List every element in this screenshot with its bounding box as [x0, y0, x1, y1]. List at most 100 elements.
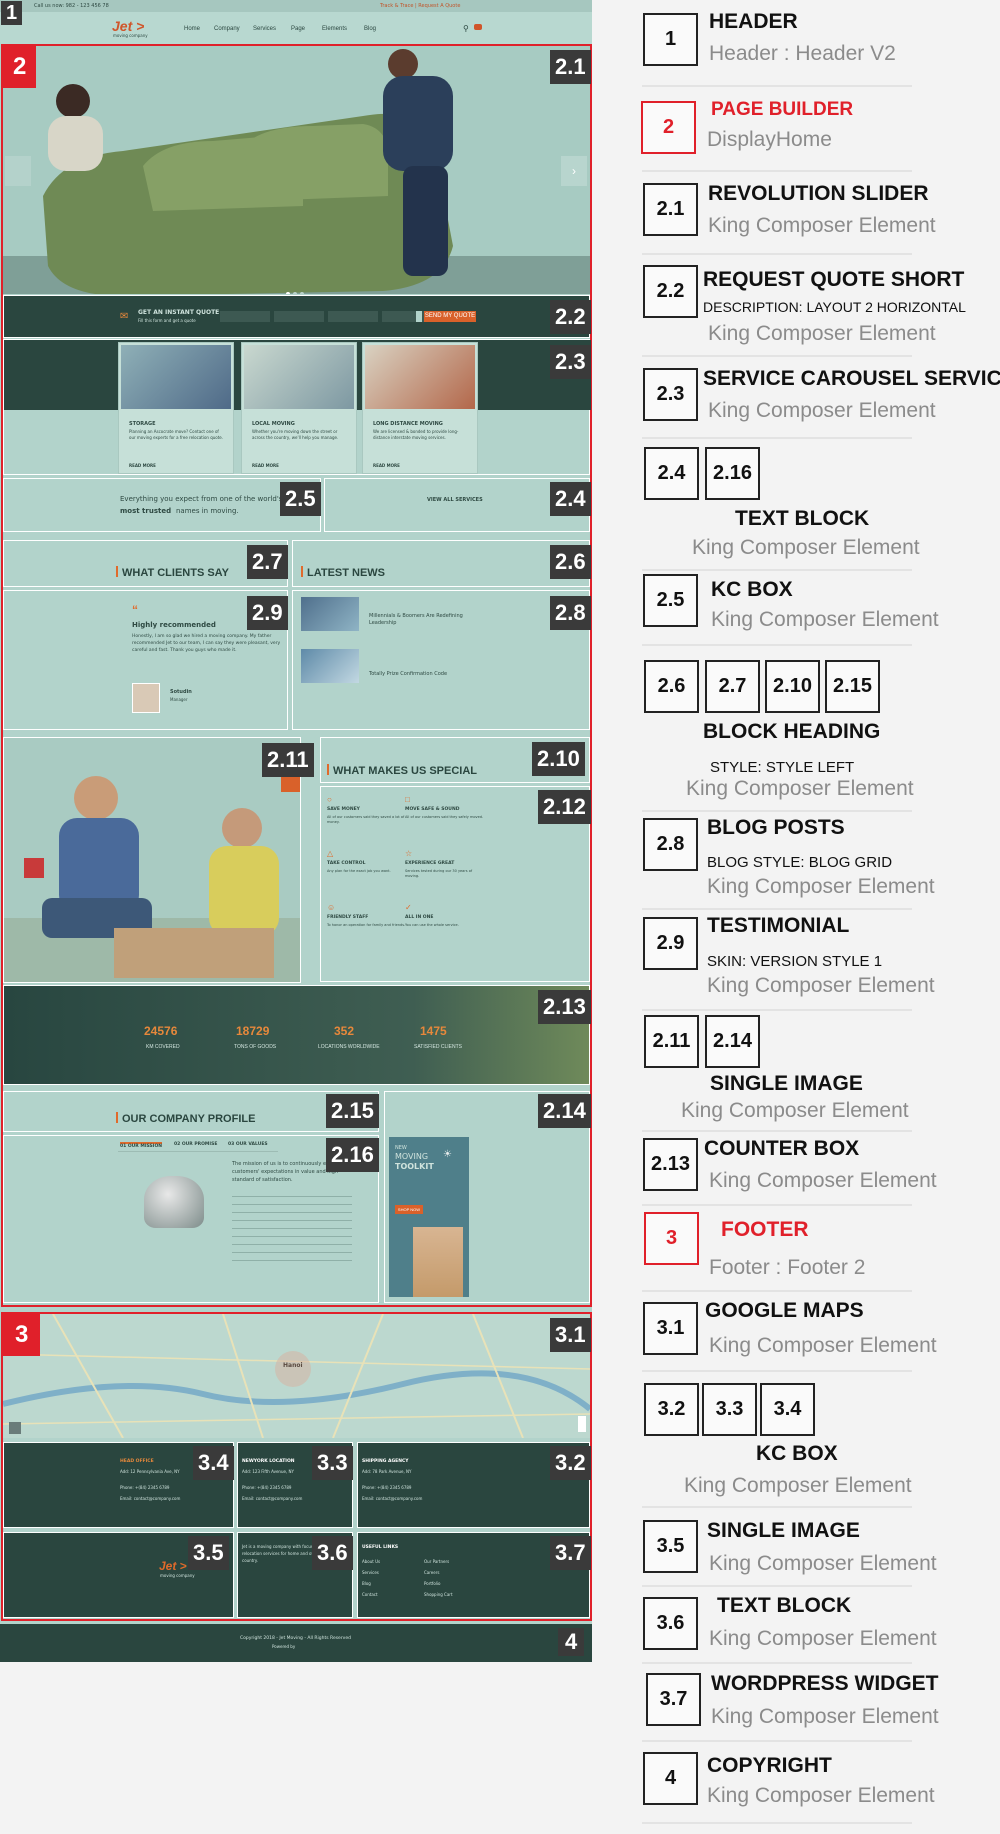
clients-heading: WHAT CLIENTS SAY: [116, 566, 229, 579]
counter-value-4: 1475: [420, 1024, 447, 1038]
footer-logo[interactable]: Jet >: [159, 1559, 187, 1573]
nav-home[interactable]: Home: [184, 26, 200, 32]
footer-col-line-2-2: Phone: +(84) 2345 6789: [242, 1485, 292, 1490]
legend-box-2: 2: [641, 101, 696, 154]
special-title-5: FRIENDLY STAFF: [327, 915, 369, 920]
news-heading-text: LATEST NEWS: [307, 567, 386, 579]
topbar-phone: Call us now: 982 - 123 456 78: [34, 3, 109, 9]
useful-link-1[interactable]: About Us: [362, 1559, 380, 1564]
legend-box-3-5: 3.5: [643, 1520, 698, 1573]
badge-2-10: 2.10: [532, 742, 585, 776]
news-title-2[interactable]: Totally Prize Confirmation Code: [369, 671, 479, 678]
service-more-2[interactable]: READ MORE: [252, 463, 279, 468]
profile-tab-promise[interactable]: 02 OUR PROMISE: [174, 1142, 217, 1147]
legend-separator-13: [642, 1290, 912, 1292]
legend-box-2-16: 2.16: [705, 447, 760, 500]
nav-blog[interactable]: Blog: [364, 26, 376, 32]
nav-page[interactable]: Page: [291, 26, 305, 32]
badge-3-3: 3.3: [312, 1446, 353, 1480]
testimonial-avatar: [132, 683, 160, 713]
useful-link-7[interactable]: Portfolio: [424, 1581, 440, 1586]
map-zoom-controls[interactable]: [578, 1416, 586, 1432]
special-heading: WHAT MAKES US SPECIAL: [327, 764, 477, 777]
cart-icon[interactable]: [474, 24, 482, 30]
slider-dots[interactable]: [286, 283, 314, 294]
map-city-label: Hanoi: [283, 1362, 303, 1369]
service-image-2: [244, 345, 354, 409]
toolkit-banner[interactable]: NEW MOVING TOOLKIT ☀ SHOP NOW: [389, 1137, 469, 1297]
profile-tab-values[interactable]: 03 OUR VALUES: [228, 1142, 268, 1147]
legend-sub-google-maps: King Composer Element: [709, 1334, 937, 1357]
star-icon: ☆: [405, 849, 413, 858]
slider-prev-arrow[interactable]: [5, 156, 31, 186]
profile-tabs: 01 OUR MISSION 02 OUR PROMISE 03 OUR VAL…: [118, 1142, 278, 1152]
quote-checkbox[interactable]: [416, 311, 422, 322]
logo[interactable]: Jet >: [112, 18, 144, 34]
legend-box-2-13: 2.13: [643, 1138, 698, 1191]
service-card-3[interactable]: LONG DISTANCE MOVING We are licensed & b…: [362, 342, 478, 474]
legend-box-4: 4: [643, 1752, 698, 1805]
topbar-links[interactable]: Track & Trace | Request A Quote: [380, 3, 460, 9]
useful-link-2[interactable]: Services: [362, 1570, 379, 1575]
badge-2: 2: [3, 46, 37, 88]
footer-col-title-3: SHIPPING AGENCY: [362, 1459, 409, 1464]
useful-link-5[interactable]: Our Partners: [424, 1559, 449, 1564]
map-street-view[interactable]: [9, 1422, 21, 1434]
search-icon[interactable]: ⚲: [463, 24, 469, 33]
legend-separator-6: [642, 569, 912, 571]
legend-box-3-6: 3.6: [643, 1597, 698, 1650]
box-icon: □: [405, 795, 410, 804]
service-more-1[interactable]: READ MORE: [129, 463, 156, 468]
badge-2-3: 2.3: [550, 345, 591, 379]
service-more-3[interactable]: READ MORE: [373, 463, 400, 468]
nav-elements[interactable]: Elements: [322, 26, 347, 32]
legend-sub-wp-widget: King Composer Element: [711, 1705, 939, 1728]
legend-separator-18: [642, 1740, 912, 1742]
staff-icon: ☺: [327, 903, 336, 912]
legend-sub-blog-posts: King Composer Element: [707, 875, 935, 898]
revolution-slider: ›: [3, 46, 590, 294]
send-quote-button[interactable]: SEND MY QUOTE: [424, 311, 476, 322]
news-title-1[interactable]: Millennials & Boomers Are Redefining Lea…: [369, 613, 479, 627]
legend-title-single-image: SINGLE IMAGE: [710, 1072, 863, 1095]
service-card-1[interactable]: STORAGE Planning an Ascocrate move? Cont…: [118, 342, 234, 474]
useful-link-4[interactable]: Contact: [362, 1592, 378, 1597]
profile-tab-mission[interactable]: 01 OUR MISSION: [120, 1142, 163, 1149]
useful-link-3[interactable]: Blog: [362, 1581, 371, 1586]
couple-illustration: [4, 738, 300, 982]
testimonial-title: Highly recommended: [132, 621, 216, 629]
useful-link-8[interactable]: Shopping Cart: [424, 1592, 453, 1597]
counter-label-2: TONS OF GOODS: [234, 1044, 277, 1050]
special-item-2: □ MOVE SAFE & SOUND All of our customers…: [405, 795, 485, 835]
service-title-2: LOCAL MOVING: [252, 421, 295, 427]
testimonial-text: Honestly, I am so glad we hired a moving…: [132, 634, 281, 653]
legend-box-2-7: 2.7: [705, 660, 760, 713]
legend-separator-4: [642, 355, 912, 357]
block-heading-clients: WHAT CLIENTS SAY: [3, 540, 288, 587]
badge-3-2: 3.2: [550, 1446, 591, 1480]
slider-next-arrow[interactable]: ›: [561, 156, 587, 186]
useful-link-6[interactable]: Careers: [424, 1570, 439, 1575]
view-all-services-link[interactable]: VIEW ALL SERVICES: [427, 497, 483, 503]
legend-sub-footer-kc-box: King Composer Element: [684, 1474, 912, 1497]
quote-field-email[interactable]: [274, 311, 324, 322]
service-card-2[interactable]: LOCAL MOVING Whether you're moving down …: [241, 342, 357, 474]
legend-box-3-7: 3.7: [646, 1673, 701, 1726]
quote-field-name[interactable]: [220, 311, 270, 322]
legend-separator-5: [642, 437, 912, 439]
nav-company[interactable]: Company: [214, 26, 240, 32]
service-text-1: Planning an Ascocrate move? Contact one …: [129, 429, 224, 440]
special-text-3: Any plan for the exact job you want.: [327, 869, 391, 873]
legend-title-counter-box: COUNTER BOX: [704, 1137, 860, 1160]
toolkit-shop-button[interactable]: SHOP NOW: [395, 1205, 423, 1214]
badge-3-1: 3.1: [550, 1318, 591, 1352]
legend-sub-header: Header : Header V2: [709, 42, 896, 65]
quote-field-phone[interactable]: [328, 311, 378, 322]
google-map[interactable]: Hanoi: [3, 1314, 590, 1438]
badge-2-4: 2.4: [550, 482, 591, 516]
footer-col-line-3-2: Phone: +(84) 2345 6789: [362, 1485, 412, 1490]
badge-3-4: 3.4: [193, 1446, 234, 1480]
nav-services[interactable]: Services: [253, 26, 276, 32]
useful-links-title: USEFUL LINKS: [362, 1545, 399, 1550]
legend-title-footer-image: SINGLE IMAGE: [707, 1519, 860, 1542]
